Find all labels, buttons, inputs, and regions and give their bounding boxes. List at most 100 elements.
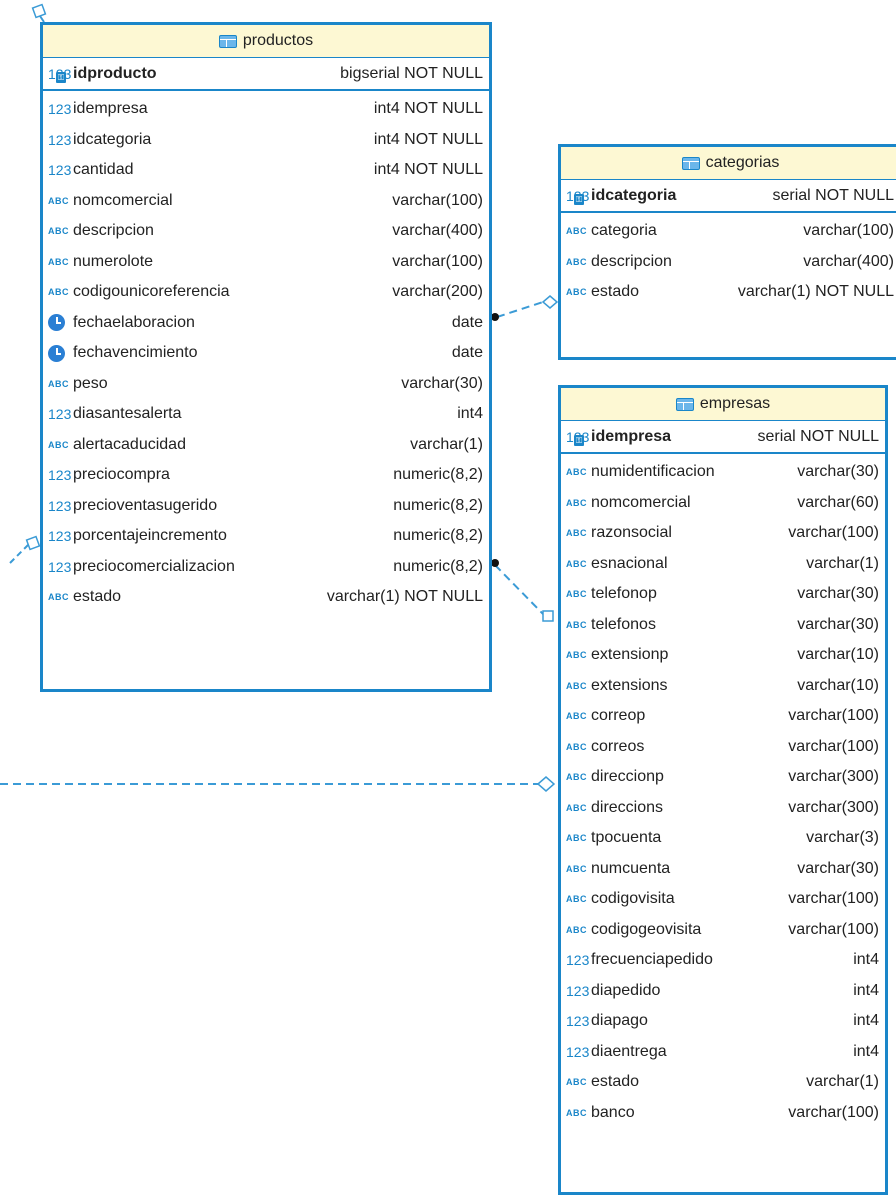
column-row[interactable]: ABC correos varchar(100) (561, 732, 885, 763)
column-row[interactable]: 123 preciocomercializacion numeric(8,2) (43, 552, 489, 583)
column-row[interactable]: ABC estado varchar(1) NOT NULL (561, 277, 896, 308)
column-type: varchar(100) (788, 890, 879, 908)
fk-productos-empresas-square (542, 610, 554, 622)
table-icon (675, 397, 694, 411)
column-row[interactable]: 123 diaentrega int4 (561, 1037, 885, 1068)
fk-productos-categorias-diamond (541, 295, 559, 309)
table-header[interactable]: categorias (561, 147, 896, 180)
primary-key-row[interactable]: 123⚿idproducto bigserial NOT NULL (43, 58, 489, 91)
text-type-icon: ABC (566, 287, 587, 298)
table-productos[interactable]: productos 123⚿idproductobigserial NOT NUL… (40, 22, 492, 692)
table-icon (218, 34, 237, 48)
column-row[interactable]: ABC codigovisita varchar(100) (561, 884, 885, 915)
column-row[interactable]: ABC numidentificacion varchar(30) (561, 457, 885, 488)
column-row[interactable]: 123 diapago int4 (561, 1006, 885, 1037)
column-row[interactable]: ABC nomcomercial varchar(60) (561, 488, 885, 519)
column-row[interactable]: 123 frecuenciapedido int4 (561, 945, 885, 976)
column-name: extensions (591, 676, 668, 694)
table-name: productos (242, 32, 314, 49)
column-type: date (451, 313, 483, 331)
table-header[interactable]: empresas (561, 388, 885, 421)
column-row[interactable]: 123 idcategoria int4 NOT NULL (43, 125, 489, 156)
primary-key-row[interactable]: 123⚿idcategoria serial NOT NULL (561, 180, 896, 213)
column-row[interactable]: ABC numerolote varchar(100) (43, 247, 489, 278)
text-type-icon: ABC (566, 650, 587, 661)
column-row[interactable]: ABC correop varchar(100) (561, 701, 885, 732)
column-row[interactable]: 123 preciocompra numeric(8,2) (43, 460, 489, 491)
column-name: categoria (591, 222, 657, 240)
column-type: varchar(100) (803, 222, 894, 240)
column-row[interactable]: ABC categoria varchar(100) (561, 216, 896, 247)
column-row[interactable]: ABC extensionp varchar(10) (561, 640, 885, 671)
column-row[interactable]: 123 precioventasugerido numeric(8,2) (43, 491, 489, 522)
column-name: telefonop (591, 585, 657, 603)
column-type: numeric(8,2) (393, 496, 483, 514)
numeric-type-icon: 123 (48, 131, 72, 148)
column-row[interactable]: ABC codigounicoreferencia varchar(200) (43, 277, 489, 308)
table-icon (681, 156, 700, 170)
column-row[interactable]: ABC alertacaducidad varchar(1) (43, 430, 489, 461)
text-type-icon: ABC (566, 256, 587, 267)
column-row[interactable]: 123 porcentajeincremento numeric(8,2) (43, 521, 489, 552)
column-name: codigounicoreferencia (73, 283, 230, 301)
text-type-icon: ABC (566, 558, 587, 569)
column-type: varchar(30) (797, 615, 879, 633)
column-name: idcategoria (591, 186, 677, 204)
table-empresas[interactable]: empresas123⚿idempresaserial NOT NULLABCn… (558, 385, 888, 1195)
column-row[interactable]: 123 diasantesalerta int4 (43, 399, 489, 430)
numeric-type-icon: 123 (48, 101, 72, 118)
column-row[interactable]: ABC telefonos varchar(30) (561, 610, 885, 641)
column-row[interactable]: ABC numcuenta varchar(30) (561, 854, 885, 885)
fk-productos-categorias-dot (491, 313, 499, 321)
column-row[interactable]: ABC tpocuenta varchar(3) (561, 823, 885, 854)
text-type-icon: ABC (566, 741, 587, 752)
column-row[interactable]: ABC estado varchar(1) NOT NULL (43, 582, 489, 613)
table-categorias[interactable]: categorias 123⚿idcategoria serial NOT NULL… (558, 144, 896, 360)
column-type: int4 NOT NULL (373, 130, 483, 148)
clock-icon-face (48, 314, 65, 332)
column-name: idempresa (73, 100, 148, 118)
column-row[interactable]: fechaelaboracion date (43, 308, 489, 339)
column-type: varchar(400) (392, 222, 483, 240)
numeric-type-icon: 123 (48, 406, 72, 423)
table-header[interactable]: productos (43, 25, 489, 58)
primary-key-row[interactable]: 123⚿idempresa serial NOT NULL (561, 421, 885, 454)
column-row[interactable]: ABC extensions varchar(10) (561, 671, 885, 702)
column-row[interactable]: ABC direccionp varchar(300) (561, 762, 885, 793)
column-name: extensionp (591, 646, 669, 664)
column-row[interactable]: fechavencimiento date (43, 338, 489, 369)
column-row[interactable]: ABC descripcion varchar(400) (561, 247, 896, 278)
column-name: cantidad (73, 161, 134, 179)
column-row[interactable]: ABC direccions varchar(300) (561, 793, 885, 824)
column-type: varchar(1) (410, 435, 483, 453)
column-row[interactable]: ABC peso varchar(30) (43, 369, 489, 400)
column-type: int4 (457, 405, 483, 423)
column-name: diaentrega (591, 1042, 667, 1060)
column-name: estado (73, 588, 122, 606)
column-row[interactable]: ABC estado varchar(1) (561, 1067, 885, 1098)
column-row[interactable]: 123 diapedido int4 (561, 976, 885, 1007)
column-name: peso (73, 374, 108, 392)
column-name: codigovisita (591, 890, 675, 908)
column-name: nomcomercial (591, 493, 691, 511)
column-row[interactable]: ABC nomcomercial varchar(100) (43, 186, 489, 217)
column-row[interactable]: ABC telefonop varchar(30) (561, 579, 885, 610)
column-type: varchar(100) (788, 707, 879, 725)
column-list: ABC categoria varchar(100) ABC descripcion va… (561, 213, 896, 308)
column-type: varchar(100) (392, 191, 483, 209)
column-row[interactable]: 123 cantidad int4 NOT NULL (43, 155, 489, 186)
column-row[interactable]: ABC banco varchar(100) (561, 1098, 885, 1129)
text-type-icon: ABC (566, 1107, 587, 1118)
column-row[interactable]: 123 idempresa int4 NOT NULL (43, 94, 489, 125)
column-type: varchar(60) (797, 493, 879, 511)
column-row[interactable]: ABC descripcion varchar(400) (43, 216, 489, 247)
text-type-icon: ABC (48, 287, 69, 298)
text-type-icon: ABC (566, 833, 587, 844)
column-row[interactable]: ABC codigogeovisita varchar(100) (561, 915, 885, 946)
column-name: precioventasugerido (73, 496, 218, 514)
text-type-icon: ABC (48, 592, 69, 603)
column-row[interactable]: ABC esnacional varchar(1) (561, 549, 885, 580)
column-type: varchar(30) (797, 585, 879, 603)
column-name: numidentificacion (591, 463, 715, 481)
column-row[interactable]: ABC razonsocial varchar(100) (561, 518, 885, 549)
